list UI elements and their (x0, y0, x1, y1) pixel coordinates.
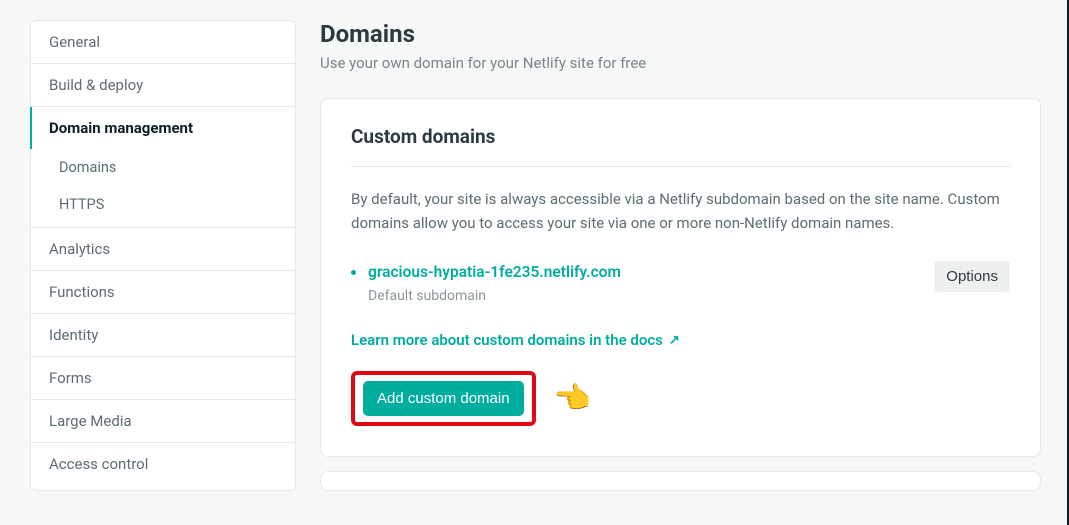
custom-domains-card: Custom domains By default, your site is … (320, 98, 1041, 457)
domain-name-link[interactable]: gracious-hypatia-1fe235.netlify.com (368, 261, 621, 284)
sidebar-item-large-media[interactable]: Large Media (31, 400, 295, 443)
domain-meta-label: Default subdomain (368, 288, 621, 304)
learn-more-text: Learn more about custom domains in the d… (351, 331, 663, 349)
tutorial-highlight-box: Add custom domain (351, 371, 536, 426)
page-subtitle: Use your own domain for your Netlify sit… (320, 54, 1041, 72)
sidebar-item-general[interactable]: General (31, 21, 295, 64)
sidebar-subitem-domains[interactable]: Domains (31, 149, 295, 186)
page-title: Domains (320, 20, 1041, 48)
main-content: Domains Use your own domain for your Net… (320, 20, 1041, 491)
sidebar-subitem-https[interactable]: HTTPS (31, 186, 295, 227)
pointing-hand-icon: 👈 (554, 384, 591, 414)
next-card-peek (320, 471, 1041, 491)
domain-options-button[interactable]: Options (934, 261, 1010, 292)
bullet-icon (351, 270, 356, 275)
domain-entry: gracious-hypatia-1fe235.netlify.com Defa… (351, 261, 1010, 304)
sidebar-item-domain-management[interactable]: Domain management (31, 107, 295, 149)
sidebar-item-functions[interactable]: Functions (31, 271, 295, 314)
settings-sidebar: General Build & deploy Domain management… (30, 20, 296, 491)
sidebar-item-access-control[interactable]: Access control (31, 443, 295, 485)
external-arrow-icon: ↗ (669, 333, 680, 348)
sidebar-item-identity[interactable]: Identity (31, 314, 295, 357)
learn-more-link[interactable]: Learn more about custom domains in the d… (351, 331, 680, 349)
sidebar-item-forms[interactable]: Forms (31, 357, 295, 400)
sidebar-item-analytics[interactable]: Analytics (31, 228, 295, 271)
custom-domains-title: Custom domains (351, 125, 1010, 167)
add-custom-domain-button[interactable]: Add custom domain (363, 381, 524, 416)
sidebar-item-build-deploy[interactable]: Build & deploy (31, 64, 295, 107)
custom-domains-description: By default, your site is always accessib… (351, 187, 1010, 235)
